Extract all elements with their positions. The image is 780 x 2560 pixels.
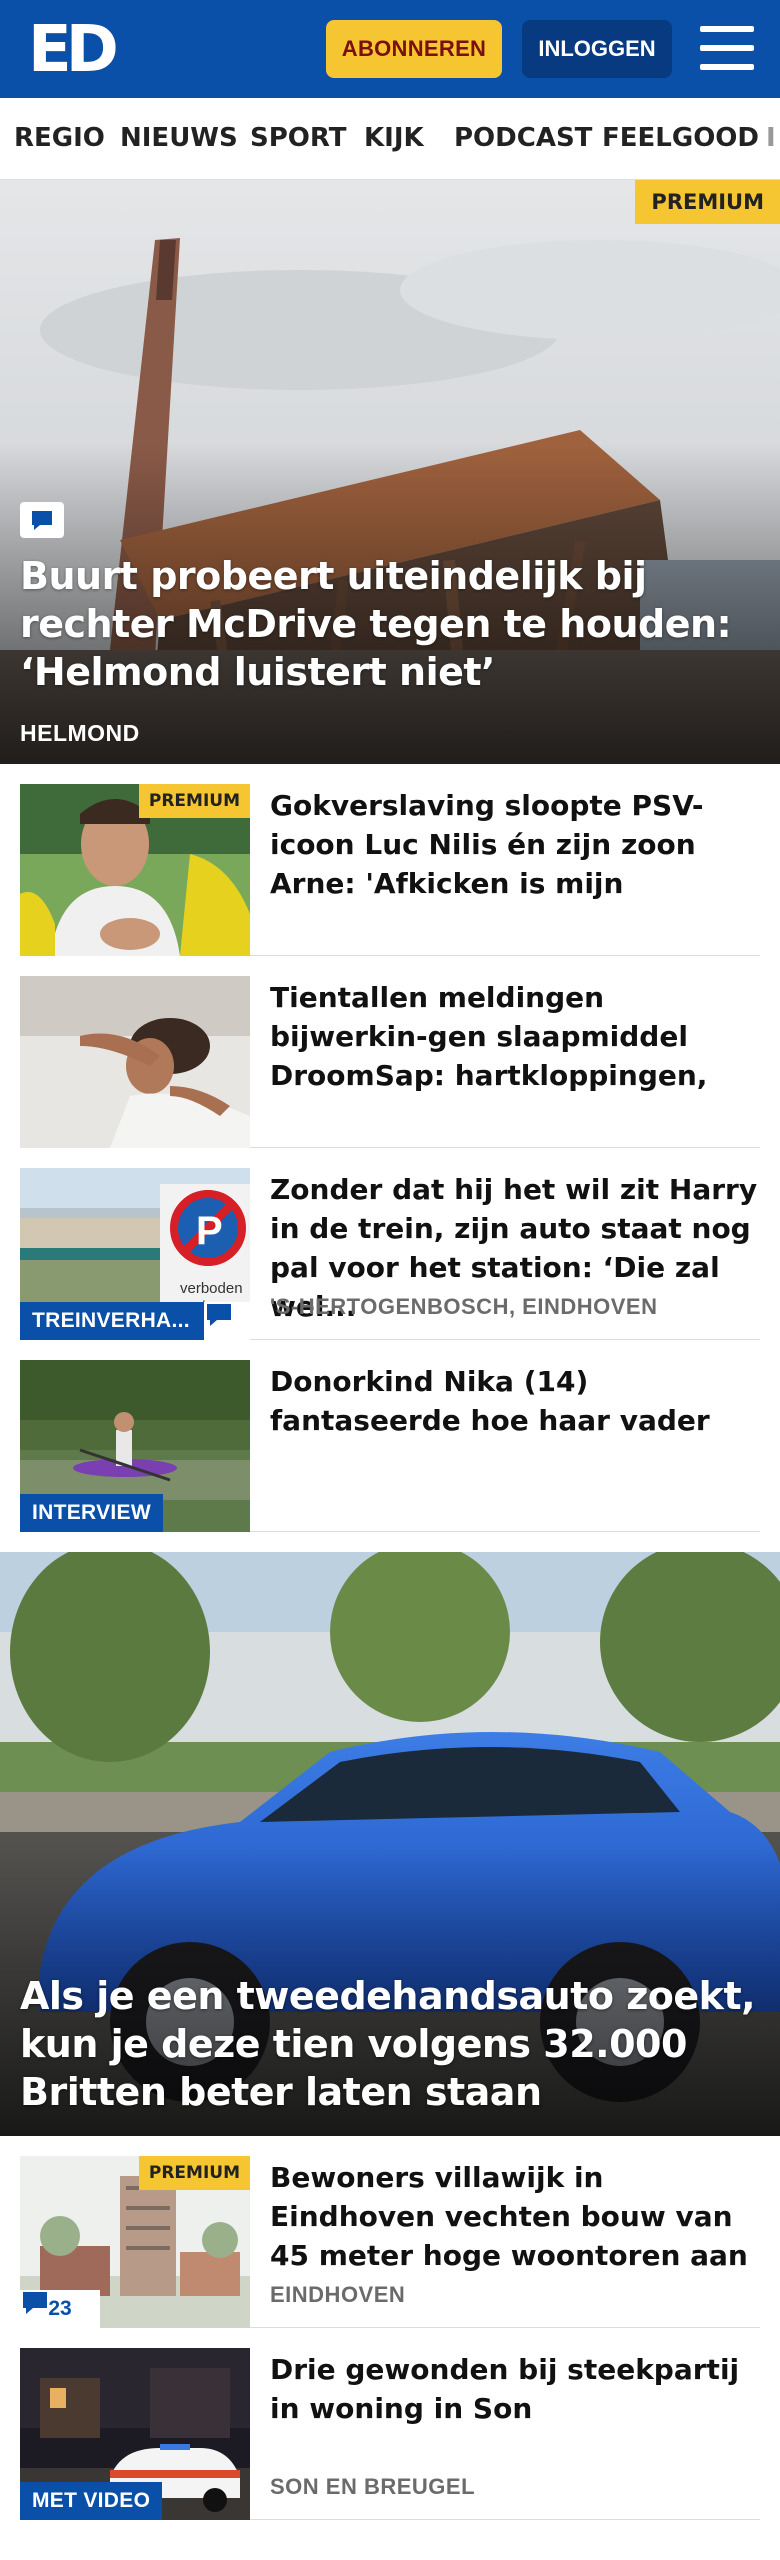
comment-icon [204,1302,250,1340]
svg-text:P: P [196,1209,223,1253]
nav-item-kijk[interactable]: KIJK [364,98,424,179]
nav-item-sport[interactable]: SPORT [250,98,346,179]
feature-article[interactable]: Als je een tweedehandsauto zoekt, kun je… [0,1552,780,2136]
premium-badge: PREMIUM [138,784,250,818]
article-title[interactable]: Bewoners villawijk in Eindhoven vechten … [270,2158,760,2275]
article-title[interactable]: Donorkind Nika (14) fantaseerde hoe haar… [270,1362,760,1440]
section-nav: REGIO NIEUWS SPORT KIJK PODCAST FEELGOOD… [0,98,780,180]
comment-icon [20,502,64,538]
hero-title[interactable]: Buurt probeert uiteindelijk bij rechter … [20,552,765,696]
comment-icon [23,2292,47,2314]
top-bar: ED ABONNEREN INLOGGEN [0,0,780,98]
category-label: MET VIDEO [20,2482,163,2520]
hero-article[interactable]: PREMIUM Buurt probeert uiteindelijk bij … [0,180,780,764]
article-title[interactable]: Drie gewonden bij steekpartij in woning … [270,2350,760,2428]
feature-title[interactable]: Als je een tweedehandsauto zoekt, kun je… [20,1972,765,2116]
article-card[interactable]: INTERVIEW Donorkind Nika (14) fantaseerd… [20,1340,760,1532]
premium-badge: PREMIUM [138,2156,250,2190]
nav-item-podcast[interactable]: PODCAST [454,98,592,179]
nav-item-overflow[interactable]: I [766,98,776,179]
premium-badge: PREMIUM [635,180,780,224]
category-label: INTERVIEW [20,1494,163,1532]
article-thumbnail[interactable]: PREMIUM 23 [20,2156,250,2328]
hero-location: HELMOND [20,720,140,746]
nav-item-feelgood[interactable]: FEELGOOD [602,98,759,179]
article-thumbnail[interactable]: MET VIDEO [20,2348,250,2520]
sign-text: verboden [180,1280,243,1297]
article-thumbnail[interactable]: P verboden te TREINVERHA... [20,1168,250,1340]
article-card[interactable]: PREMIUM 23 Bewoners villawijk in Eindhov… [20,2136,760,2328]
nav-item-nieuws[interactable]: NIEUWS [120,98,238,179]
article-thumbnail[interactable]: INTERVIEW [20,1360,250,1532]
article-title[interactable]: Tientallen meldingen bijwerkin-gen slaap… [270,978,760,1095]
article-card[interactable]: PREMIUM Gokverslaving sloopte PSV-icoon … [20,764,760,956]
article-card[interactable]: Tientallen meldingen bijwerkin-gen slaap… [20,956,760,1148]
article-card[interactable]: MET VIDEO Drie gewonden bij steekpartij … [20,2328,760,2520]
comment-count: 23 [48,2297,72,2320]
article-thumbnail[interactable] [20,976,250,1148]
article-location: EINDHOVEN [270,2282,406,2307]
hamburger-icon[interactable] [700,26,754,70]
article-title[interactable]: Gokverslaving sloopte PSV-icoon Luc Nili… [270,786,760,903]
category-label: TREINVERHA... [20,1302,204,1340]
login-button[interactable]: INLOGGEN [522,20,672,78]
comment-count-badge[interactable]: 23 [20,2290,100,2328]
subscribe-button[interactable]: ABONNEREN [326,20,502,78]
nav-item-regio[interactable]: REGIO [14,98,105,179]
article-location: SON EN BREUGEL [270,2474,476,2499]
article-thumbnail[interactable]: PREMIUM [20,784,250,956]
ed-logo[interactable]: ED [28,18,119,82]
sleeping-woman-photo [20,976,250,1148]
article-location: 'S-HERTOGENBOSCH, EINDHOVEN [270,1294,658,1319]
article-card[interactable]: P verboden te TREINVERHA... Zonder dat h… [20,1148,760,1340]
